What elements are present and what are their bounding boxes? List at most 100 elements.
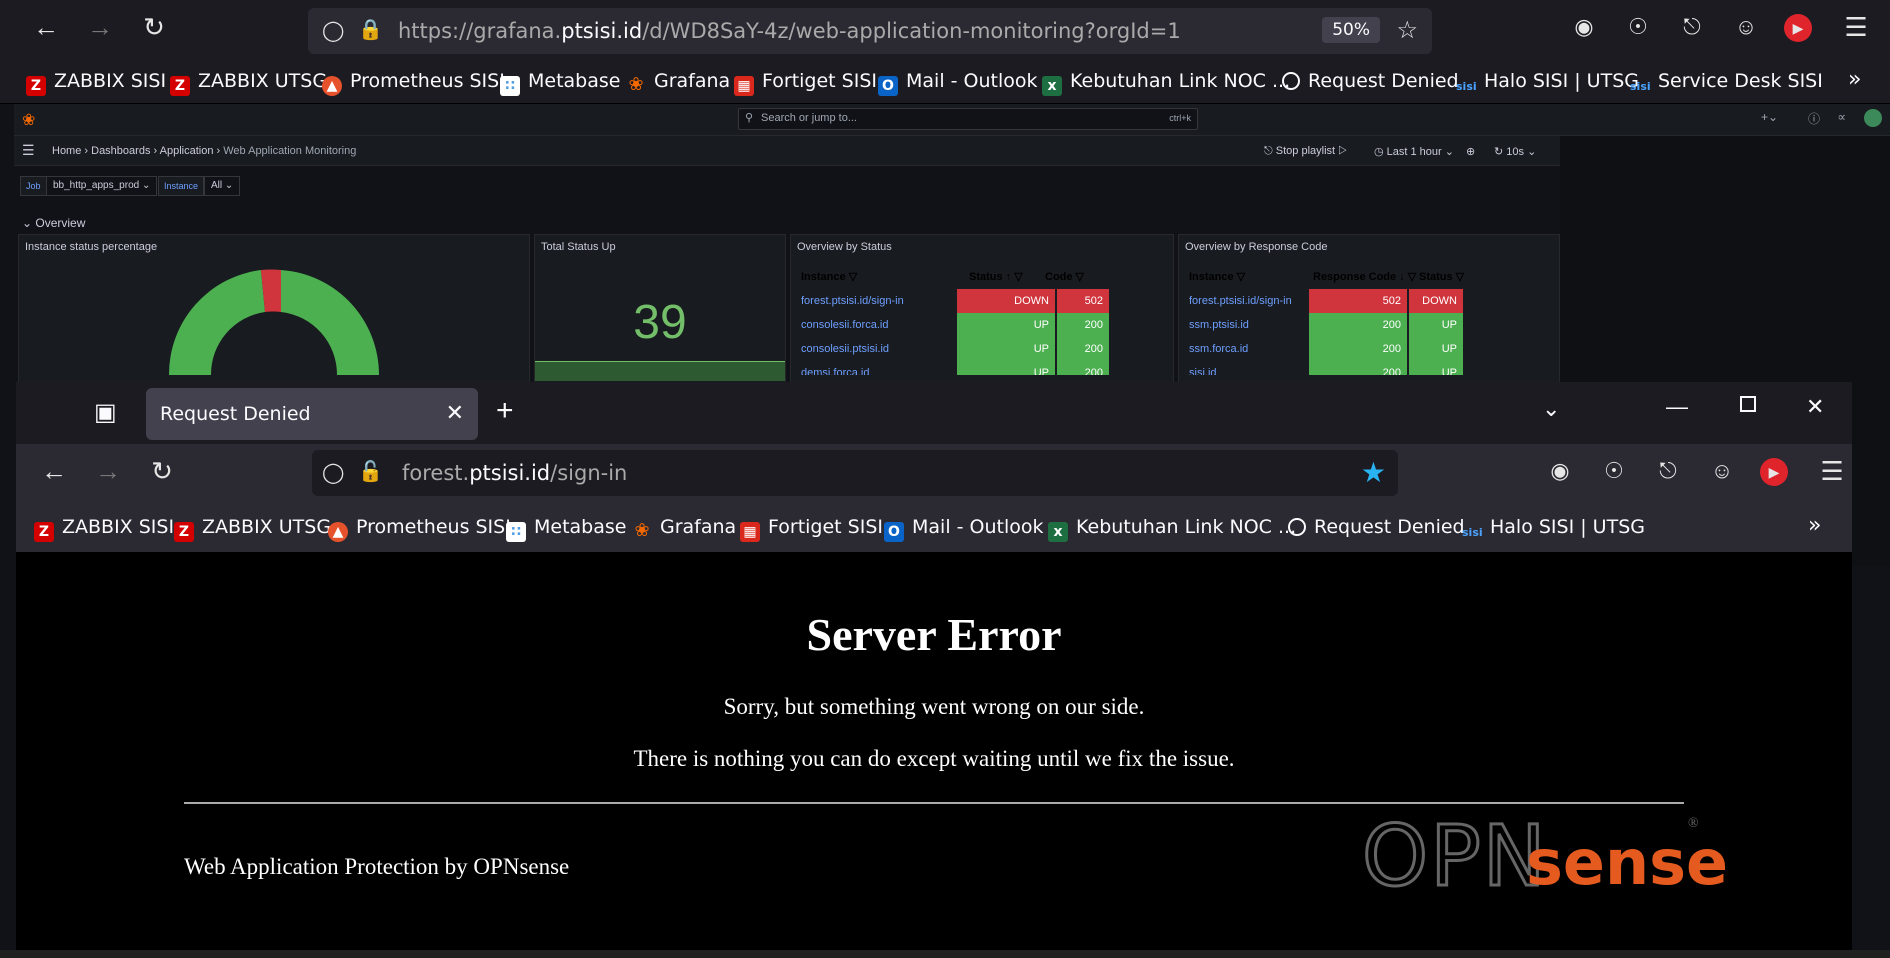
breadcrumb-home[interactable]: Home [52,145,81,157]
breadcrumb-dashboards[interactable]: Dashboards [91,145,150,157]
breadcrumb-application[interactable]: Application [160,145,214,157]
zoom-level-badge[interactable]: 50% [1322,17,1380,43]
bookmark-fortiget-sisi[interactable]: ▦ Fortiget SISI [734,70,877,96]
table-cell-instance[interactable]: ssm.ptsisi.id [1189,313,1249,337]
table-cell-instance[interactable]: forest.ptsisi.id/sign-in [1189,289,1292,313]
back-arrow-icon[interactable]: ← [28,12,64,48]
front-url-bar[interactable]: ◯ 🔓 forest.ptsisi.id/sign-in ★ [312,450,1398,496]
zoom-out-icon[interactable]: ⊕ [1466,145,1475,158]
hamburger-menu-icon[interactable]: ☰ [1838,12,1874,48]
help-icon[interactable]: ⓘ [1808,110,1820,127]
bookmark-zabbix-utsg[interactable]: Z ZABBIX UTSG [174,516,331,542]
table-cell-instance[interactable]: consolesii.ptsisi.id [801,337,889,361]
lock-icon[interactable]: 🔒 [358,17,383,42]
table-cell-status: UP [1409,337,1463,361]
grafana-logo-icon[interactable]: ❀ [22,110,35,130]
back-arrow-icon[interactable]: ← [36,456,72,492]
bookmark-zabbix-sisi[interactable]: Z ZABBIX SISI [26,70,166,96]
table-cell-instance[interactable]: demsi.forca.id [801,361,869,375]
grafana-search-input[interactable]: ⚲ Search or jump to... ctrl+k [738,108,1198,130]
bookmark-prometheus-sisi[interactable]: ▲ Prometheus SISI [328,516,511,542]
reload-icon[interactable]: ↻ [144,456,180,492]
star-filled-icon[interactable]: ★ [1361,456,1386,489]
pocket-icon[interactable]: ◉ [1542,456,1578,492]
column-header-response-code[interactable]: Response Code ↓ ▽ [1313,265,1416,289]
column-header-instance[interactable]: Instance ▽ [801,265,857,289]
column-header-status[interactable]: Status ▽ [1419,265,1464,289]
extension-badger-icon[interactable]: ☺ [1704,456,1740,492]
job-variable-select[interactable]: bb_http_apps_prod ⌄ [46,176,158,196]
logo-sense-text: sense [1526,826,1729,899]
refresh-picker[interactable]: ↻ 10s ⌄ [1494,145,1536,158]
insecure-lock-icon[interactable]: 🔓 [358,459,383,484]
bookmark-request-denied[interactable]: Request Denied [1282,70,1459,92]
reload-icon[interactable]: ↻ [136,12,172,48]
bookmark-request-denied[interactable]: Request Denied [1288,516,1465,538]
table-cell-response-code: 502 [1309,289,1407,313]
menu-toggle-icon[interactable]: ☰ [22,142,35,159]
table-cell-code: 200 [1057,313,1109,337]
star-icon[interactable]: ☆ [1396,16,1418,45]
bookmark-fortiget-sisi[interactable]: ▦ Fortiget SISI [740,516,883,542]
bookmark-halo-sisi-utsg[interactable]: sisi Halo SISI | UTSG [1462,516,1645,543]
hamburger-menu-icon[interactable]: ☰ [1814,456,1850,492]
stat-sparkline [535,361,785,381]
youtube-extension-icon[interactable]: ▶ [1760,458,1788,486]
new-tab-icon[interactable]: + [496,394,514,428]
instance-variable-select[interactable]: All ⌄ [204,176,241,196]
front-url-text[interactable]: forest.ptsisi.id/sign-in [402,461,627,485]
table-cell-instance[interactable]: ssm.forca.id [1189,337,1248,361]
maximize-icon[interactable] [1740,396,1756,412]
bookmark-metabase[interactable]: ∷ Metabase [506,516,626,542]
shield-icon[interactable]: ◯ [322,18,344,43]
opnsense-logo: OPN sense ® [1361,813,1729,904]
zabbix-icon: Z [174,522,194,542]
extensions-icon[interactable]: ⎋ [1674,12,1710,48]
bookmark-grafana[interactable]: ❀ Grafana [632,516,736,541]
pocket-icon[interactable]: ◉ [1566,12,1602,48]
firefox-view-icon[interactable]: ▣ [94,398,117,427]
time-range-picker[interactable]: ◷ Last 1 hour ⌄ [1374,145,1454,158]
column-header-status[interactable]: Status ↑ ▽ [969,265,1023,289]
bookmark-kebutuhan-link-noc[interactable]: x Kebutuhan Link NOC ... [1048,516,1296,542]
table-cell-status: DOWN [1409,289,1463,313]
table-cell-instance[interactable]: forest.ptsisi.id/sign-in [801,289,904,313]
account-icon[interactable]: ☉ [1596,456,1632,492]
stop-playlist-button[interactable]: ⎋ Stop playlist ▷ [1264,145,1347,158]
column-header-code[interactable]: Code ▽ [1045,265,1084,289]
bookmark-halo-sisi-utsg[interactable]: sisi Halo SISI | UTSG [1456,70,1639,97]
close-tab-icon[interactable]: ✕ [446,400,464,426]
row-toggle-overview[interactable]: ⌄ Overview [22,216,85,230]
user-avatar[interactable] [1864,109,1882,127]
minimize-icon[interactable]: — [1666,394,1688,420]
forward-arrow-icon[interactable]: → [82,12,118,48]
more-bookmarks-icon[interactable]: » [1848,67,1861,92]
bookmark-metabase[interactable]: ∷ Metabase [500,70,620,96]
close-window-icon[interactable]: ✕ [1806,394,1824,420]
shield-icon[interactable]: ◯ [322,460,344,485]
bookmark-kebutuhan-link-noc[interactable]: x Kebutuhan Link NOC ... [1042,70,1290,96]
table-cell-instance[interactable]: consolesii.forca.id [801,313,888,337]
tab-request-denied[interactable]: Request Denied ✕ [146,388,478,440]
forward-arrow-icon[interactable]: → [90,456,126,492]
table-cell-instance[interactable]: sisi.id [1189,361,1217,375]
add-icon[interactable]: +⌄ [1761,110,1778,124]
youtube-extension-icon[interactable]: ▶ [1784,14,1812,42]
list-all-tabs-icon[interactable]: ⌄ [1542,396,1560,422]
column-header-instance[interactable]: Instance ▽ [1189,265,1245,289]
bookmark-prometheus-sisi[interactable]: ▲ Prometheus SISI [322,70,505,96]
extension-badger-icon[interactable]: ☺ [1728,12,1764,48]
bookmark-zabbix-sisi[interactable]: Z ZABBIX SISI [34,516,174,542]
more-bookmarks-icon[interactable]: » [1808,513,1821,538]
bookmark-grafana[interactable]: ❀ Grafana [626,70,730,95]
back-url-text[interactable]: https://grafana.ptsisi.id/d/WD8SaY-4z/we… [398,19,1181,43]
news-icon[interactable]: ∝ [1837,110,1846,124]
search-icon: ⚲ [745,112,754,124]
bookmark-mail-outlook[interactable]: O Mail - Outlook [884,516,1044,542]
bookmark-service-desk-sisi[interactable]: sisi Service Desk SISI [1630,70,1823,97]
extensions-icon[interactable]: ⎋ [1650,456,1686,492]
account-icon[interactable]: ☉ [1620,12,1656,48]
bookmark-mail-outlook[interactable]: O Mail - Outlook [878,70,1038,96]
back-url-bar[interactable]: ◯ 🔒 https://grafana.ptsisi.id/d/WD8SaY-4… [308,8,1432,54]
bookmark-zabbix-utsg[interactable]: Z ZABBIX UTSG [170,70,327,96]
